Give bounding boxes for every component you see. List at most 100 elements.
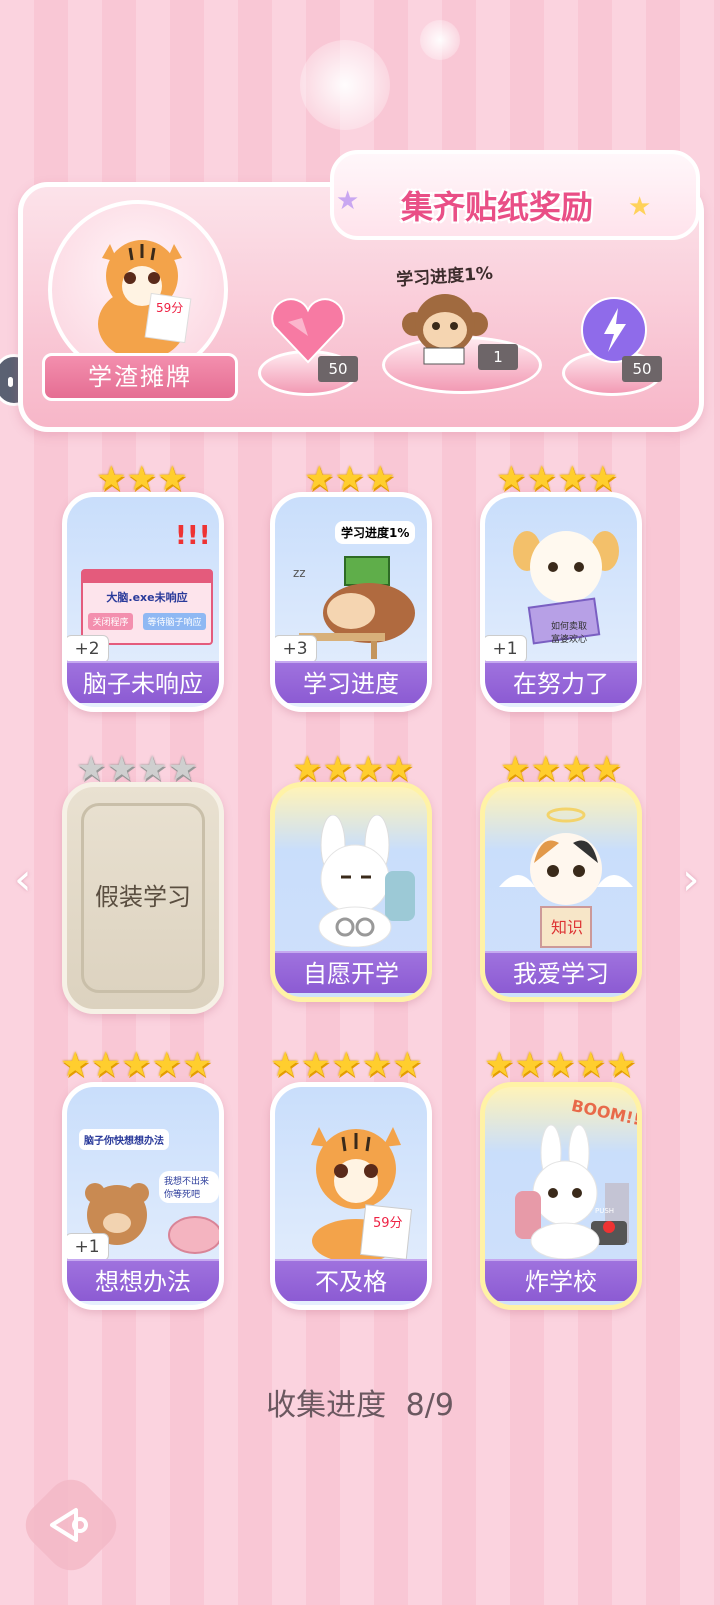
card-label: 炸学校 bbox=[485, 1259, 637, 1301]
star-icon: ★ bbox=[334, 459, 365, 499]
star-icon: ★ bbox=[136, 749, 168, 789]
star-icon: ★ bbox=[181, 1045, 213, 1085]
star-icon: ★ bbox=[300, 1045, 331, 1085]
angel-cat-icon: 知识 bbox=[499, 807, 633, 948]
collection-progress: 收集进度 8/9 bbox=[0, 1380, 720, 1424]
rating-stars: ★ ★ ★ ★ ★ bbox=[60, 1048, 212, 1082]
reward-count: 50 bbox=[622, 356, 662, 382]
star-icon: ★ bbox=[544, 1045, 576, 1085]
card-label: 在努力了 bbox=[485, 661, 637, 703]
star-icon: ★ bbox=[156, 459, 188, 499]
star-icon: ★ bbox=[530, 749, 561, 789]
sticker-card[interactable]: 如何卖取富婆欢心 +1 在努力了 bbox=[480, 492, 642, 712]
svg-text:59分: 59分 bbox=[156, 301, 183, 315]
card-label: 自愿开学 bbox=[275, 951, 427, 993]
star-icon: ★ bbox=[96, 459, 127, 499]
badge-label: 学渣摊牌 bbox=[42, 353, 238, 401]
reward-count: 50 bbox=[318, 356, 358, 382]
star-icon: ★ bbox=[383, 749, 414, 789]
svg-text:59分: 59分 bbox=[373, 1216, 403, 1231]
star-icon: ★ bbox=[484, 1045, 515, 1085]
star-icon: ★ bbox=[628, 192, 652, 222]
sticker-card[interactable]: 脑子你快想想办法 我想不出来你等死吧 +1 想想办法 bbox=[62, 1082, 224, 1310]
star-icon: ★ bbox=[361, 1045, 392, 1085]
card-label: 我爱学习 bbox=[485, 951, 637, 993]
plus-count: +1 bbox=[67, 1233, 109, 1261]
star-icon: ★ bbox=[500, 749, 531, 789]
rating-stars: ★ ★ ★ ★ ★ bbox=[484, 1048, 636, 1082]
plus-count: +1 bbox=[485, 635, 527, 663]
star-icon: ★ bbox=[120, 1045, 152, 1085]
sticker-card[interactable]: 大脑.exe未响应 关闭程序 等待脑子响应 !!! +2 脑子未响应 bbox=[62, 492, 224, 712]
star-icon: ★ bbox=[391, 1045, 423, 1085]
bunny-detonator-icon bbox=[515, 1124, 629, 1260]
card-label: 假装学习 bbox=[95, 883, 191, 911]
star-icon: ★ bbox=[560, 749, 592, 789]
speech-bubble: 学习进度1% bbox=[335, 521, 416, 544]
rating-stars: ★ ★ ★ bbox=[304, 462, 395, 496]
tiger-failed-test-icon: 59分 bbox=[311, 1127, 413, 1261]
back-arrow-icon[interactable] bbox=[46, 1500, 96, 1550]
collection-progress-label: 收集进度 bbox=[266, 1388, 387, 1423]
star-icon: ★ bbox=[556, 459, 588, 499]
dialog-button: 关闭程序 bbox=[88, 613, 133, 630]
star-icon: ★ bbox=[322, 749, 353, 789]
card-label: 想想办法 bbox=[67, 1259, 219, 1301]
window-dialog: 大脑.exe未响应 关闭程序 等待脑子响应 bbox=[81, 569, 213, 645]
sticker-card[interactable]: BOOM!! PUSH 炸学校 bbox=[480, 1082, 642, 1310]
star-icon: ★ bbox=[591, 749, 622, 789]
banner-title: 集齐贴纸奖励 bbox=[400, 188, 593, 226]
button-text: PUSH bbox=[595, 1207, 615, 1215]
plus-count: +3 bbox=[275, 635, 317, 663]
star-icon: ★ bbox=[126, 459, 157, 499]
sticker-card[interactable]: 自愿开学 bbox=[270, 782, 432, 1002]
sparkle-decoration bbox=[420, 20, 460, 60]
svg-text:知识: 知识 bbox=[551, 918, 583, 937]
sticker-card-locked[interactable]: 假装学习 bbox=[62, 782, 224, 1014]
sticker-card[interactable]: 知识 我爱学习 bbox=[480, 782, 642, 1002]
bunny-handcuffed-icon bbox=[318, 815, 415, 947]
rating-stars: ★ ★ ★ ★ bbox=[500, 752, 622, 786]
star-icon: ★ bbox=[587, 459, 618, 499]
star-icon: ★ bbox=[292, 749, 323, 789]
monkey-reading-icon[interactable] bbox=[400, 286, 490, 370]
star-icon: ★ bbox=[336, 186, 360, 216]
rating-stars: ★ ★ ★ ★ bbox=[292, 752, 414, 786]
star-icon: ★ bbox=[605, 1045, 637, 1085]
reward-count: 1 bbox=[478, 344, 518, 370]
next-page-arrow-icon[interactable]: › bbox=[682, 854, 700, 905]
star-icon: ★ bbox=[304, 459, 335, 499]
star-icon: ★ bbox=[106, 749, 137, 789]
star-icon: ★ bbox=[270, 1045, 301, 1085]
rating-stars: ★ ★ ★ ★ bbox=[76, 752, 198, 786]
exclaim-icon: !!! bbox=[175, 521, 211, 551]
sparkle-decoration bbox=[300, 40, 390, 130]
collection-progress-value: 8/9 bbox=[405, 1388, 454, 1423]
sticker-card[interactable]: 59分 不及格 bbox=[270, 1082, 432, 1310]
book-text: 如何卖取富婆欢心 bbox=[550, 622, 587, 645]
dialog-button: 等待脑子响应 bbox=[143, 613, 206, 630]
rating-stars: ★ ★ ★ ★ bbox=[496, 462, 618, 496]
star-icon: ★ bbox=[514, 1045, 545, 1085]
plus-count: +2 bbox=[67, 635, 109, 663]
rating-stars: ★ ★ ★ ★ ★ bbox=[270, 1048, 422, 1082]
dialog-text: 大脑.exe未响应 bbox=[106, 591, 188, 604]
card-label: 不及格 bbox=[275, 1259, 427, 1301]
star-icon: ★ bbox=[364, 459, 396, 499]
star-icon: ★ bbox=[76, 749, 107, 789]
sticker-card[interactable]: 学习进度1% zz +3 学习进度 bbox=[270, 492, 432, 712]
star-icon: ★ bbox=[167, 749, 198, 789]
star-icon: ★ bbox=[496, 459, 527, 499]
star-icon: ★ bbox=[352, 749, 384, 789]
prev-page-arrow-icon[interactable]: ‹ bbox=[14, 854, 32, 905]
card-label: 脑子未响应 bbox=[67, 661, 219, 703]
rating-stars: ★ ★ ★ bbox=[96, 462, 187, 496]
star-icon: ★ bbox=[330, 1045, 362, 1085]
star-icon: ★ bbox=[575, 1045, 606, 1085]
svg-text:zz: zz bbox=[293, 566, 306, 580]
star-icon: ★ bbox=[151, 1045, 182, 1085]
star-icon: ★ bbox=[60, 1045, 91, 1085]
card-label: 学习进度 bbox=[275, 661, 427, 703]
star-icon: ★ bbox=[90, 1045, 121, 1085]
speech-bubble: 脑子你快想想办法 bbox=[79, 1129, 169, 1150]
